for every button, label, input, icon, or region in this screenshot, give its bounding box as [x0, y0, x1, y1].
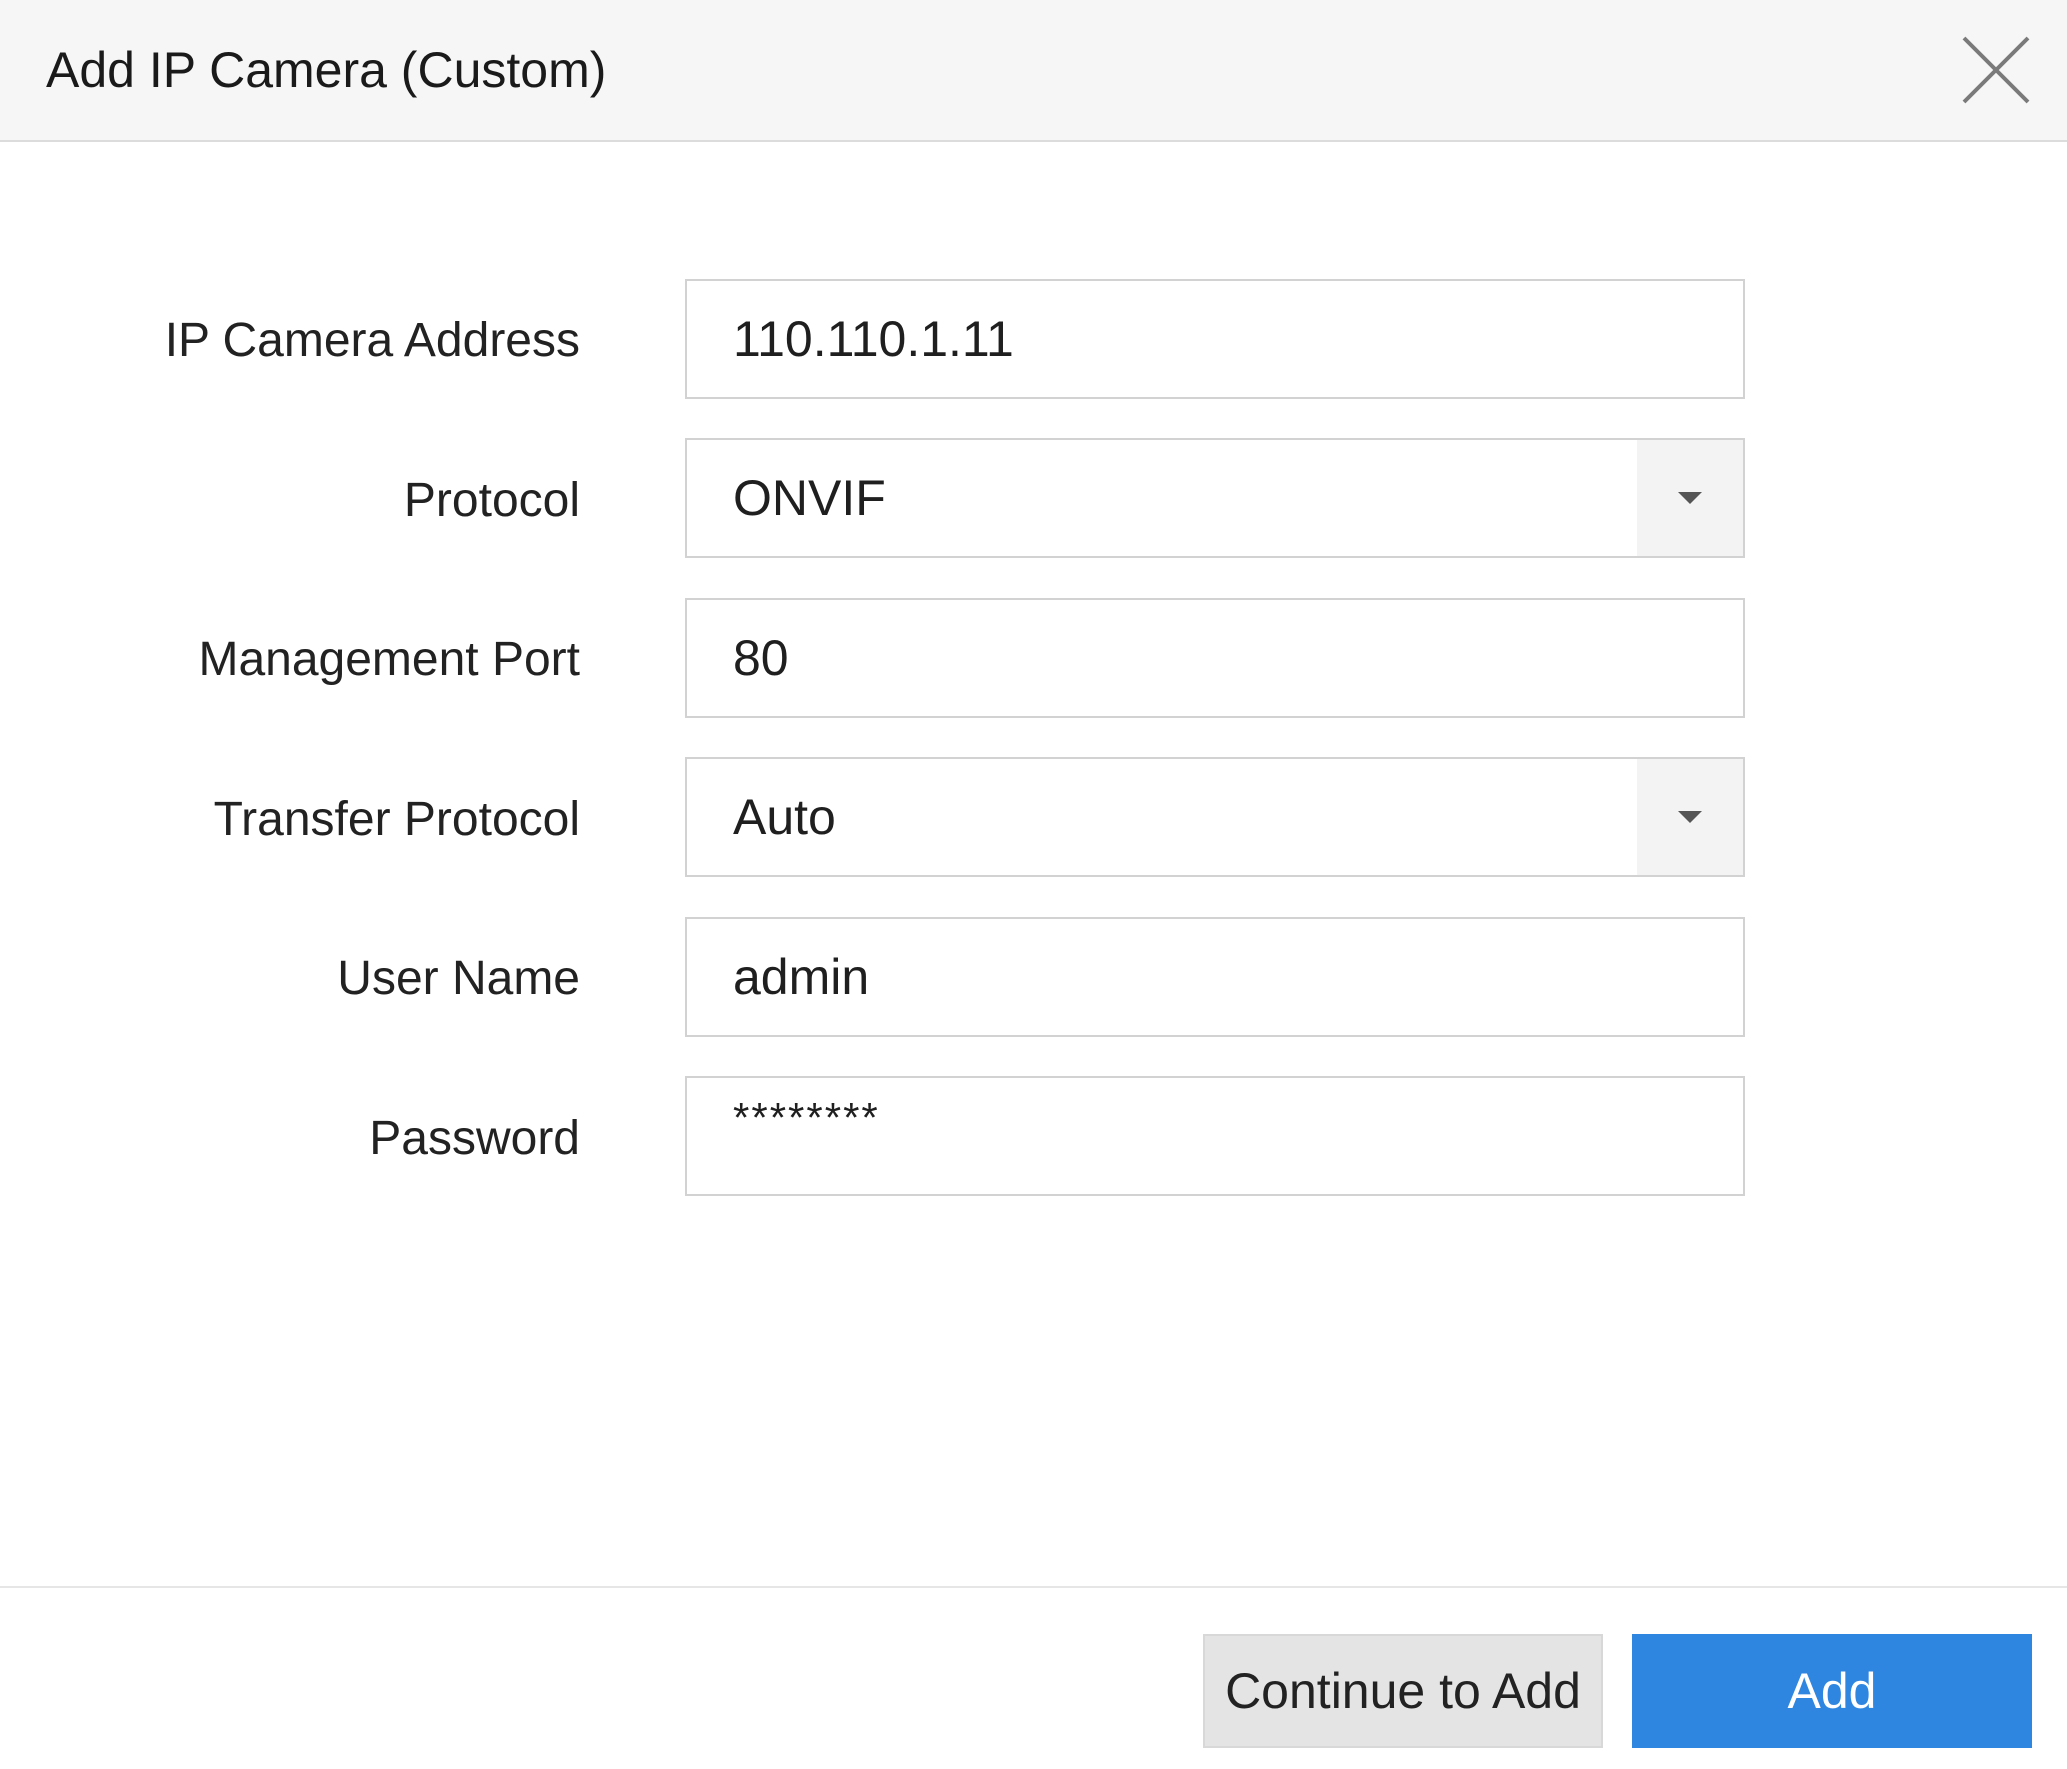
management-port-input[interactable]: 80 [685, 598, 1745, 718]
add-ip-camera-dialog: Add IP Camera (Custom) IP Camera Address… [0, 0, 2067, 1769]
management-port-label: Management Port [198, 633, 580, 686]
user-name-input[interactable]: admin [685, 917, 1745, 1037]
protocol-label: Protocol [403, 474, 580, 527]
ip-camera-address-input[interactable]: 110.110.1.11 [685, 279, 1745, 399]
protocol-select[interactable]: ONVIF [685, 438, 1745, 558]
dialog-title-bar: Add IP Camera (Custom) [0, 0, 2067, 142]
user-name-value: admin [733, 949, 870, 1005]
add-button[interactable]: Add [1632, 1634, 2032, 1748]
protocol-value: ONVIF [733, 470, 886, 526]
close-button[interactable] [1956, 30, 2036, 110]
ip-camera-address-value: 110.110.1.11 [733, 311, 1014, 367]
continue-to-add-button[interactable]: Continue to Add [1203, 1634, 1603, 1748]
management-port-value: 80 [733, 630, 789, 686]
dialog-title: Add IP Camera (Custom) [46, 42, 607, 98]
user-name-label: User Name [337, 952, 580, 1005]
transfer-protocol-value: Auto [733, 789, 836, 845]
password-value: ******** [733, 1094, 880, 1141]
footer-divider [0, 1586, 2067, 1588]
protocol-dropdown-button[interactable] [1637, 440, 1743, 556]
chevron-down-icon [1678, 492, 1702, 504]
transfer-protocol-select[interactable]: Auto [685, 757, 1745, 877]
close-icon [1962, 36, 2030, 104]
transfer-protocol-dropdown-button[interactable] [1637, 759, 1743, 875]
password-label: Password [369, 1112, 580, 1165]
transfer-protocol-label: Transfer Protocol [213, 793, 580, 846]
ip-camera-address-label: IP Camera Address [164, 314, 580, 367]
chevron-down-icon [1678, 811, 1702, 823]
password-input[interactable]: ******** [685, 1076, 1745, 1196]
